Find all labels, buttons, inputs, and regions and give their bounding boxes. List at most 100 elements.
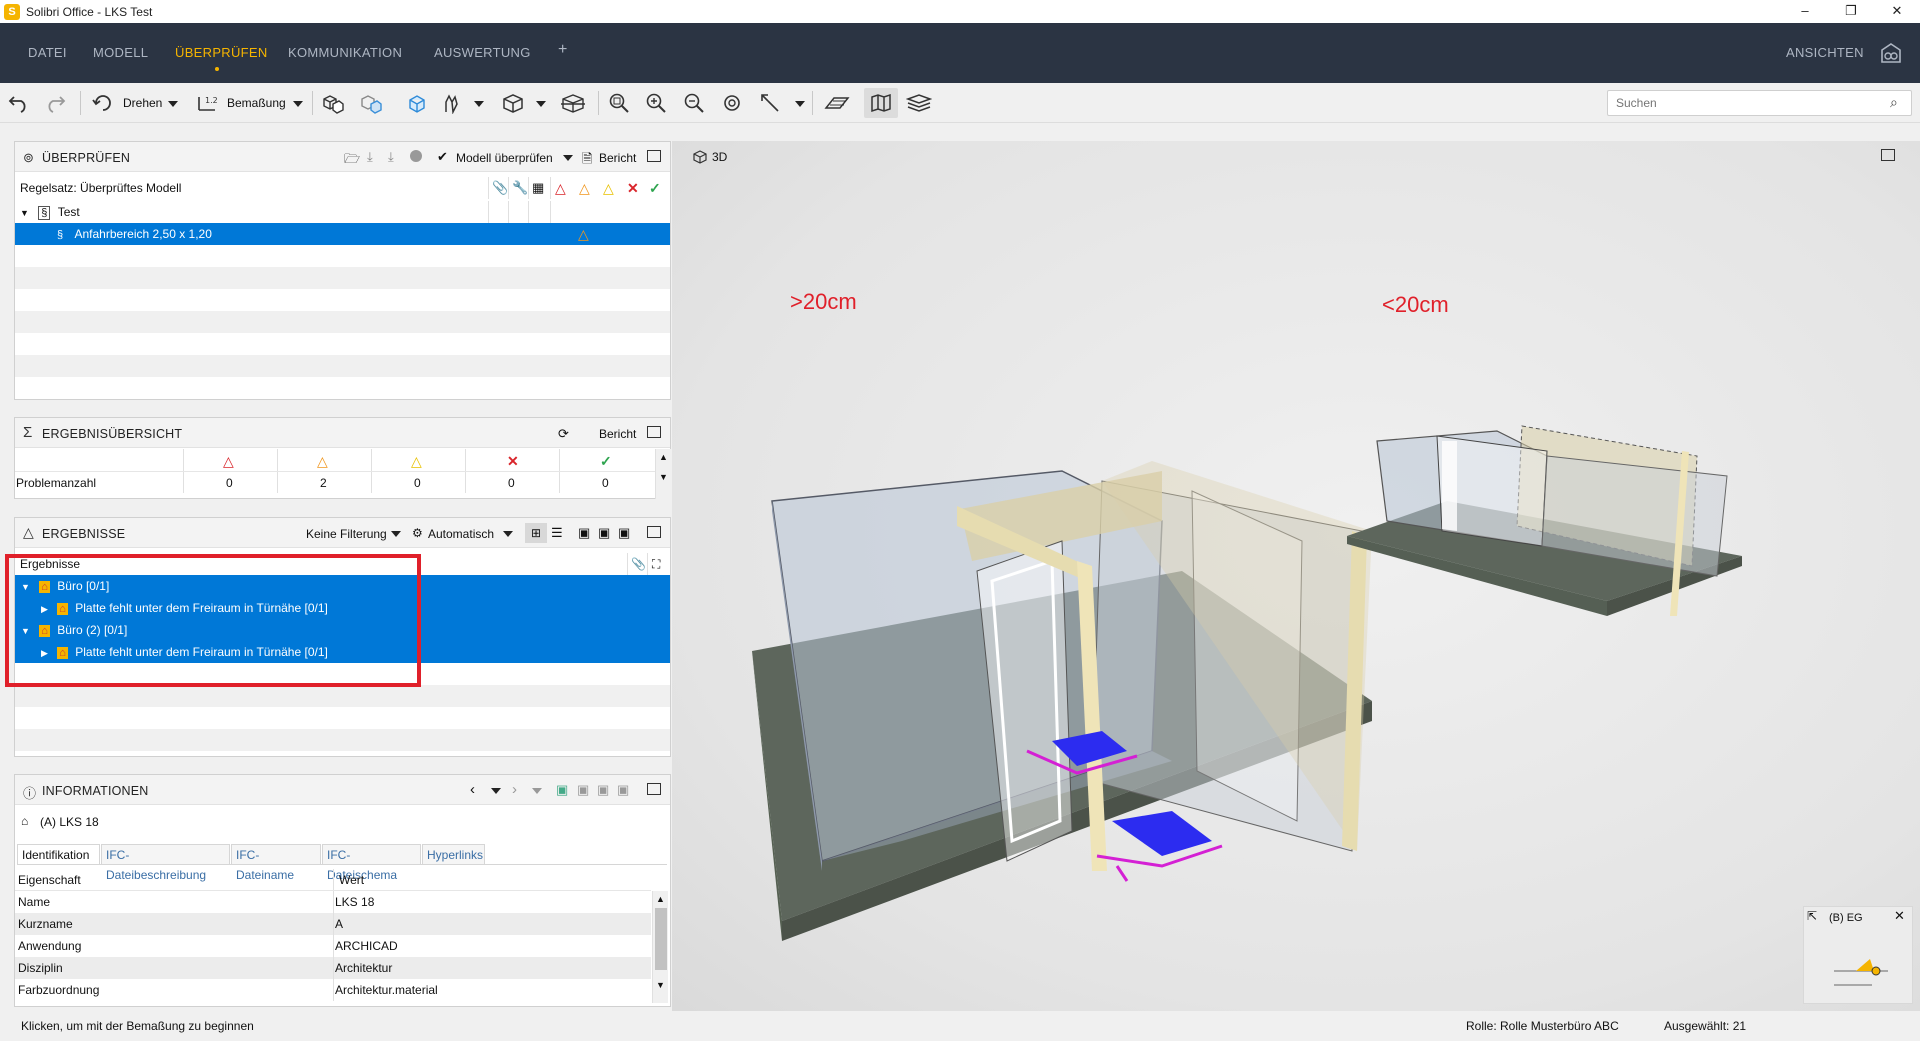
list-view-icon[interactable]: ☰ xyxy=(551,525,563,541)
measure-dropdown-icon[interactable] xyxy=(293,101,303,107)
forward-dropdown-icon[interactable] xyxy=(532,788,542,794)
forward-icon[interactable]: › xyxy=(512,781,517,798)
isolate-icon[interactable] xyxy=(358,91,384,115)
property-row[interactable]: Name LKS 18 xyxy=(15,891,651,913)
check-model-dropdown-icon[interactable] xyxy=(563,155,573,161)
properties-icon[interactable]: ▣ xyxy=(556,782,568,798)
hand-dropdown-icon[interactable] xyxy=(474,101,484,107)
layers-icon[interactable] xyxy=(906,91,932,115)
report-icon[interactable]: 🗎 xyxy=(582,150,592,172)
measure-icon[interactable]: 1.2 xyxy=(194,91,220,115)
menu-ansichten[interactable]: ANSICHTEN xyxy=(1786,45,1864,60)
menu-datei[interactable]: DATEI xyxy=(28,45,67,60)
back-icon[interactable]: ‹ xyxy=(470,781,475,798)
tree-view-icon[interactable]: ⊞ xyxy=(525,523,547,543)
menu-modell[interactable]: MODELL xyxy=(93,45,148,60)
issue-icon[interactable]: ▣ xyxy=(578,525,590,541)
collapse-icon[interactable]: ▼ xyxy=(20,208,29,218)
property-row[interactable]: Farbzuordnung Architektur.material xyxy=(15,979,651,1001)
menu-auswertung[interactable]: AUSWERTUNG xyxy=(434,45,531,60)
zoom-in-icon[interactable] xyxy=(643,91,669,115)
maximize-panel-icon[interactable] xyxy=(647,783,661,795)
show-all-icon[interactable] xyxy=(320,91,346,115)
add-tab-button[interactable]: + xyxy=(558,41,568,59)
warning-icon: △ xyxy=(23,524,34,540)
tree-row-test[interactable]: ▼ § Test xyxy=(15,201,670,223)
open-folder-icon[interactable]: 🗁 xyxy=(344,150,360,172)
property-row[interactable]: Kurzname A xyxy=(15,913,651,935)
selected-object-icon[interactable] xyxy=(404,91,430,115)
minimize-button[interactable]: – xyxy=(1782,0,1828,23)
properties-scrollbar[interactable]: ▲ ▼ xyxy=(652,891,668,1003)
summary-report-button[interactable]: Bericht xyxy=(599,427,636,441)
filter-dropdown[interactable]: Keine Filterung xyxy=(306,527,387,541)
auto-dropdown-icon[interactable] xyxy=(503,531,513,537)
filter-dropdown-icon[interactable] xyxy=(391,531,401,537)
pick-tool-icon[interactable] xyxy=(757,91,783,115)
property-row[interactable]: Anwendung ARCHICAD xyxy=(15,935,651,957)
critical-severity-icon: △ xyxy=(555,180,566,196)
section-box-icon[interactable] xyxy=(560,91,586,115)
check-model-icon[interactable]: ✔ xyxy=(437,149,448,165)
redo-icon[interactable] xyxy=(42,91,68,115)
tab-ifc-dateischema[interactable]: IFC-Dateischema xyxy=(322,844,421,882)
zoom-selection-icon[interactable] xyxy=(719,91,745,115)
tab-identifikation[interactable]: Identifikation xyxy=(17,844,100,864)
auto-dropdown[interactable]: Automatisch xyxy=(428,527,494,541)
minimap-close-icon[interactable]: ✕ xyxy=(1894,908,1905,924)
tab-hyperlinks[interactable]: Hyperlinks xyxy=(422,844,485,864)
issue-remove-icon[interactable]: ▣ xyxy=(618,525,630,541)
model-left[interactable] xyxy=(742,401,1382,941)
maximize-panel-icon[interactable] xyxy=(647,526,661,538)
hand-icon[interactable] xyxy=(438,91,464,115)
copy-icon[interactable]: ▣ xyxy=(597,782,609,798)
tree-row-rule[interactable]: § Anfahrbereich 2,50 x 1,20 △ xyxy=(15,223,670,245)
maximize-panel-icon[interactable] xyxy=(647,426,661,438)
search-input[interactable] xyxy=(1607,90,1912,116)
zoom-out-icon[interactable] xyxy=(681,91,707,115)
check-model-button[interactable]: Modell überprüfen xyxy=(456,151,553,165)
property-row[interactable]: Disziplin Architektur xyxy=(15,957,651,979)
maximize-button[interactable]: ❐ xyxy=(1828,0,1874,23)
zoom-fit-icon[interactable] xyxy=(606,91,632,115)
menu-ueberpruefen[interactable]: ÜBERPRÜFEN xyxy=(175,45,268,60)
rotate-label[interactable]: Drehen xyxy=(123,96,162,110)
search-icon[interactable]: ⌕ xyxy=(1890,94,1898,111)
3d-viewport[interactable]: 3D >20cm <20cm ⇱ (B) EG ✕ xyxy=(672,141,1920,1011)
zoom-to-icon[interactable]: ⛶ xyxy=(652,553,660,575)
tab-ifc-dateibeschreibung[interactable]: IFC-Dateibeschreibung xyxy=(101,844,230,882)
results-panel-title: ERGEBNISSE xyxy=(42,527,126,541)
map-icon[interactable] xyxy=(864,88,898,118)
tab-ifc-dateiname[interactable]: IFC-Dateiname xyxy=(231,844,321,882)
close-window-button[interactable]: ✕ xyxy=(1874,0,1920,23)
rule-icon: § xyxy=(57,229,64,241)
refresh-report-icon[interactable]: ⟳ xyxy=(558,426,569,442)
minimap-expand-icon[interactable]: ⇱ xyxy=(1807,909,1817,923)
report-button[interactable]: Bericht xyxy=(599,151,636,165)
empty-row xyxy=(15,685,670,707)
layout-icon[interactable] xyxy=(1880,42,1902,64)
model-right[interactable] xyxy=(1337,386,1757,646)
measure-label[interactable]: Bemaßung xyxy=(227,96,286,110)
undo-icon[interactable] xyxy=(6,91,32,115)
rotate-dropdown-icon[interactable] xyxy=(168,101,178,107)
compare-icon[interactable]: ▣ xyxy=(577,782,589,798)
minimap[interactable]: ⇱ (B) EG ✕ xyxy=(1803,906,1913,1004)
summary-panel-title: ERGEBNISÜBERSICHT xyxy=(42,427,183,441)
maximize-panel-icon[interactable] xyxy=(647,150,661,162)
history-dropdown-icon[interactable] xyxy=(491,788,501,794)
maximize-view-icon[interactable] xyxy=(1881,149,1895,161)
issue-add-icon[interactable]: ▣ xyxy=(598,525,610,541)
export-icon[interactable]: ▣ xyxy=(617,782,629,798)
pick-dropdown-icon[interactable] xyxy=(795,101,805,107)
download-all-icon[interactable]: ⤓ xyxy=(388,149,394,165)
download-icon[interactable]: ⤓ xyxy=(367,149,373,165)
rotate-icon[interactable] xyxy=(90,91,116,115)
summary-scrollbar[interactable]: ▲ ▼ xyxy=(655,449,671,499)
menu-kommunikation[interactable]: KOMMUNIKATION xyxy=(288,45,402,60)
toolbar-separator xyxy=(812,91,813,115)
stop-icon[interactable] xyxy=(410,150,422,162)
view-dropdown-icon[interactable] xyxy=(536,101,546,107)
floor-plan-icon[interactable] xyxy=(824,91,850,115)
view-cube-icon[interactable] xyxy=(500,91,526,115)
